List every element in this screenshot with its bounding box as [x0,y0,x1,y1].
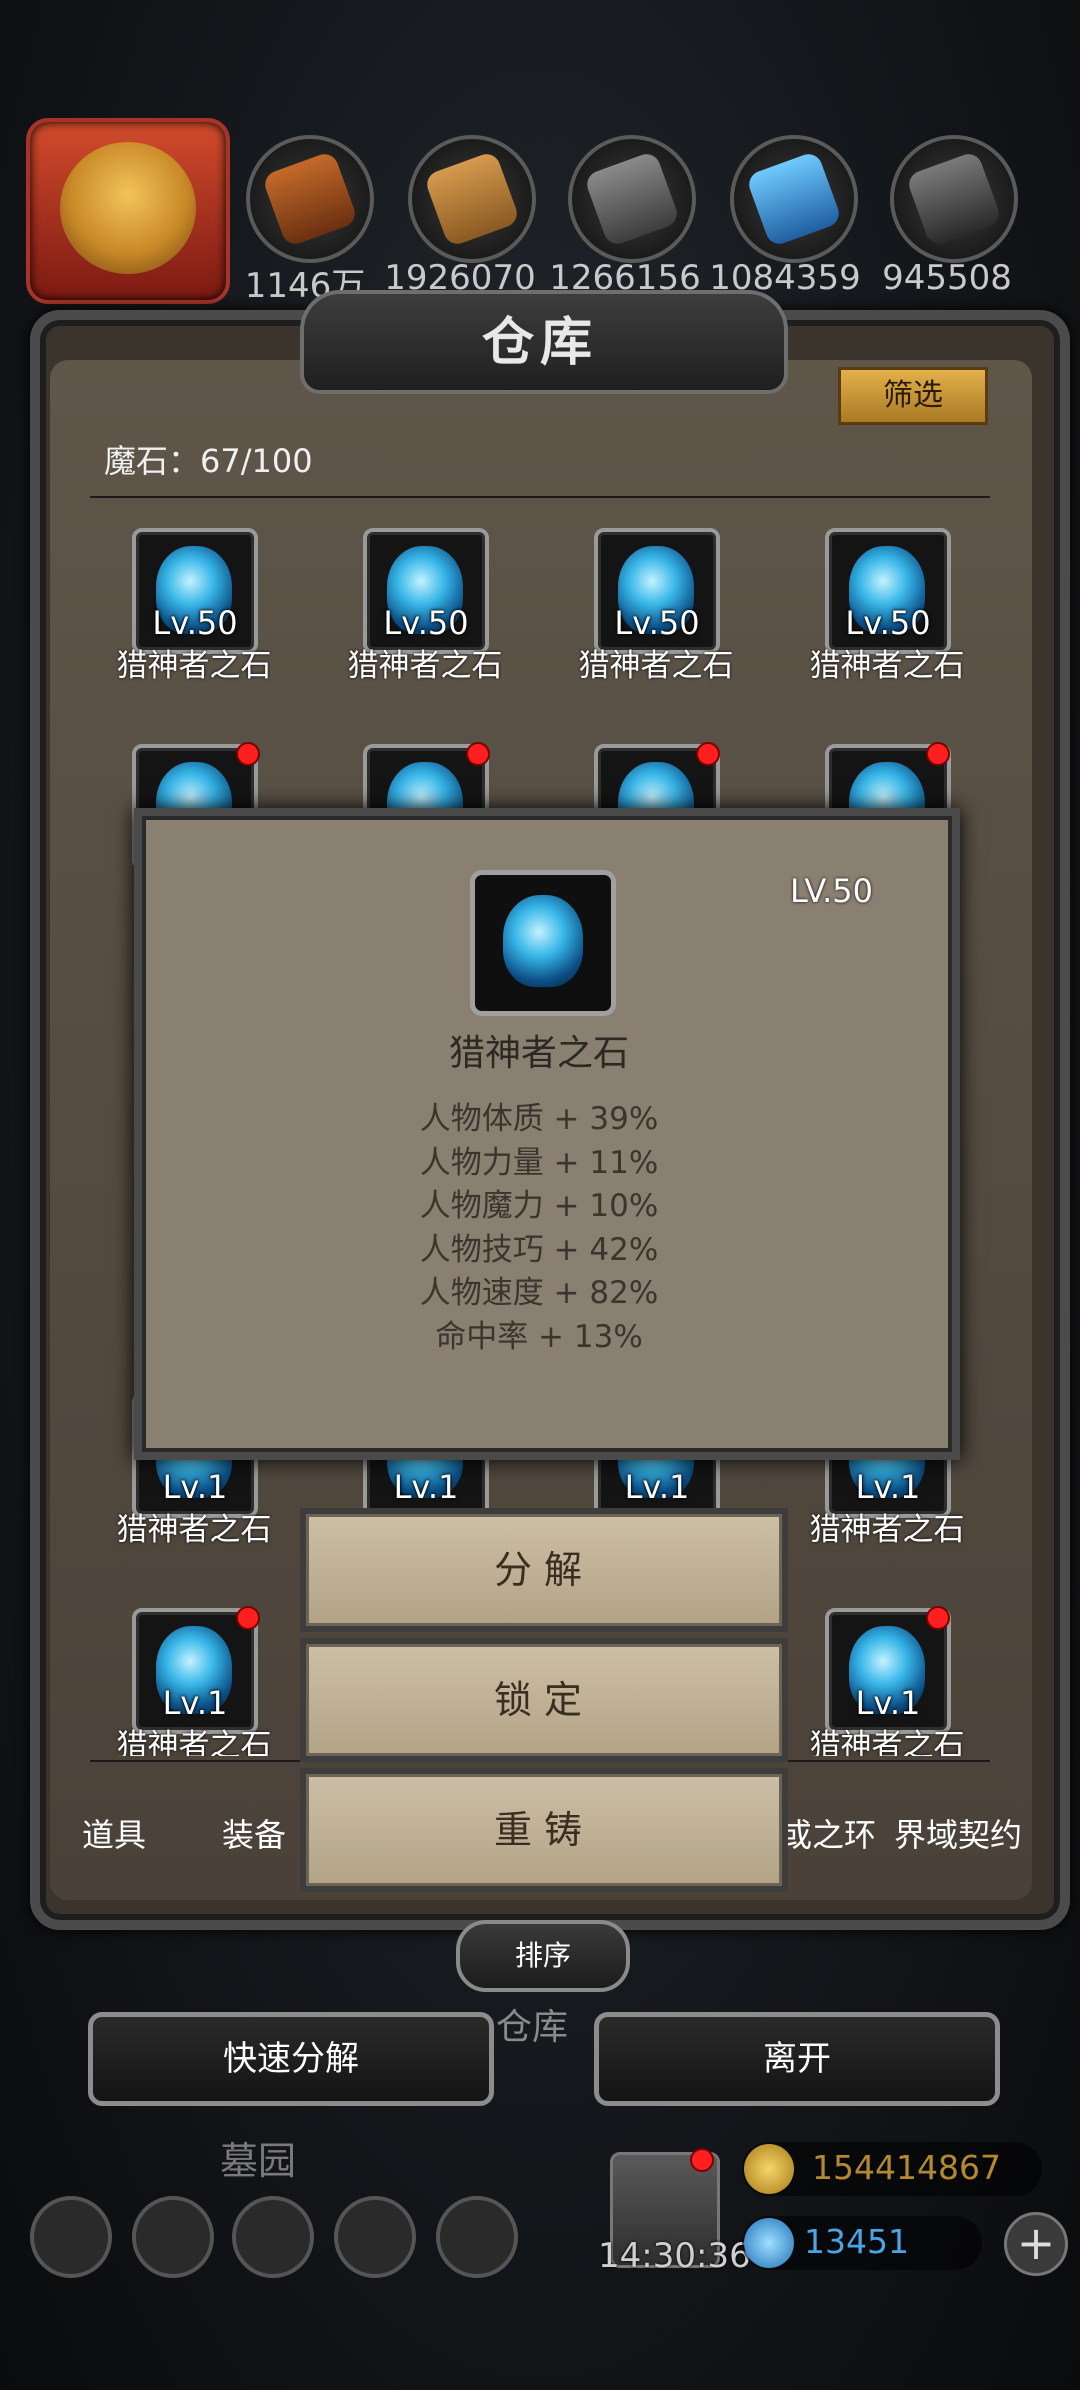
warehouse-title: 仓库 [481,313,598,373]
item-name: 猎神者之石 [578,648,734,684]
crystal-resource-icon [730,135,858,263]
item-name: 猎神者之石 [347,648,503,684]
filter-button[interactable]: 筛选 [838,367,988,425]
item-level: Lv.50 [152,604,238,642]
tab-realm-contract[interactable]: 界域契约 [894,1810,1022,1856]
tab-ring[interactable]: 或之环 [780,1810,876,1856]
item-level: Lv.1 [855,1684,921,1722]
new-badge [236,1606,260,1630]
warehouse-label: 仓库 [496,2007,569,2048]
stat-line: 人物魔力 + 10% [419,1188,659,1224]
star-icon[interactable] [132,2196,214,2278]
stat-line: 人物速度 + 82% [419,1275,659,1311]
gem-icon [503,895,583,987]
item-level: Lv.50 [383,604,469,642]
popup-item-name: 猎神者之石 [448,1033,629,1074]
stat-line: 人物技巧 + 42% [419,1231,659,1268]
new-badge [696,742,720,766]
blue-gem-icon [744,2218,794,2268]
stone-resource-icon [568,135,696,263]
popup-item-frame [470,870,616,1016]
item-name: 猎神者之石 [116,1512,272,1548]
gold-display: 154414867 [742,2142,1042,2196]
gem-amount: 13451 [804,2222,909,2261]
magic-stone-count: 魔石：67/100 [104,442,313,480]
item-name: 猎神者之石 [809,1728,965,1756]
item-name: 猎神者之石 [116,648,272,684]
divider [90,496,990,498]
gold-coin-icon [744,2144,794,2194]
item-name: 猎神者之石 [809,1512,965,1548]
gift-badge [690,2148,714,2172]
new-badge [466,742,490,766]
item-level: Lv.1 [162,1684,228,1722]
gold-amount: 154414867 [812,2148,1001,2187]
castle-icon[interactable] [232,2196,314,2278]
stat-line: 人物体质 + 39% [419,1101,659,1137]
item-level: Lv.1 [624,1468,690,1506]
item-name: 猎神者之石 [809,648,965,684]
lion-face-icon [60,142,196,274]
sort-button[interactable]: 排序 [456,1920,630,1992]
iron-resource-icon [890,135,1018,263]
item-slot[interactable]: Lv.50 猎神者之石 [325,528,525,698]
gem-display: 13451 [742,2216,982,2270]
item-level: Lv.1 [162,1468,228,1506]
new-badge [926,1606,950,1630]
new-badge [236,742,260,766]
player-avatar[interactable] [26,118,230,304]
add-currency-button[interactable]: + [1004,2212,1068,2276]
recast-button[interactable]: 重铸 [300,1768,788,1892]
graveyard-label: 墓园 [220,2139,297,2183]
shield-icon[interactable] [436,2196,518,2278]
item-slot[interactable]: Lv.1 猎神者之石 [787,1608,987,1778]
quick-decompose-button[interactable]: 快速分解 [88,2012,494,2106]
leave-button[interactable]: 离开 [594,2012,1000,2106]
item-level: Lv.1 [393,1468,459,1506]
wood-resource-icon [408,135,536,263]
stat-line: 命中率 + 13% [435,1318,643,1355]
item-level: Lv.50 [614,604,700,642]
event-timer: 14:30:36 [598,2236,751,2276]
item-level: Lv.50 [845,604,931,642]
scroll-icon[interactable] [334,2196,416,2278]
tab-items[interactable]: 道具 [82,1810,146,1856]
decompose-button[interactable]: 分解 [300,1508,788,1632]
item-slot[interactable]: Lv.50 猎神者之石 [94,528,294,698]
popup-stats: 人物体质 + 39% 人物力量 + 11% 人物魔力 + 10% 人物技巧 + … [134,1098,944,1359]
popup-item-level: LV.50 [790,872,873,910]
tab-equipment[interactable]: 装备 [222,1810,286,1856]
ore-resource-icon [246,135,374,263]
resource-value-5: 945508 [882,258,1012,298]
item-level: Lv.1 [855,1468,921,1506]
new-badge [926,742,950,766]
gear-icon[interactable] [30,2196,112,2278]
item-slot[interactable]: Lv.1 猎神者之石 [94,1608,294,1778]
item-slot[interactable]: Lv.50 猎神者之石 [787,528,987,698]
lock-button[interactable]: 锁定 [300,1638,788,1762]
stat-line: 人物力量 + 11% [419,1144,659,1181]
item-slot[interactable]: Lv.50 猎神者之石 [556,528,756,698]
item-name: 猎神者之石 [116,1728,272,1756]
